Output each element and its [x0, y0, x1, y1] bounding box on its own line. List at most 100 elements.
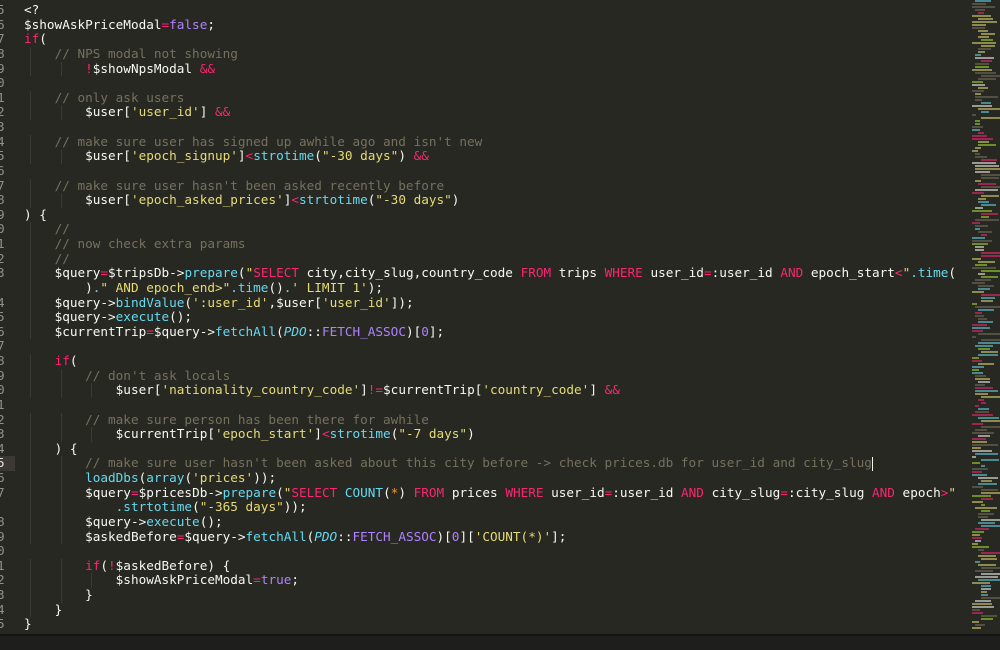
code-line[interactable]: 6 $currentTrip=$query->fetchAll(PDO::FET… — [0, 323, 968, 340]
code-line[interactable]: 7 — [0, 339, 968, 354]
code-editor[interactable]: 5 <? 6 $showAskPriceModal=false; 7 if(8 // NP… — [0, 3, 968, 635]
minimap-line — [972, 27, 986, 29]
code-token: $user[ — [115, 382, 162, 398]
code-token: $pricesDb-> — [138, 484, 223, 500]
minimap-line — [978, 12, 984, 14]
minimap[interactable] — [970, 0, 1000, 636]
code-line[interactable]: 8 $user['epoch_asked_prices']<strtotime(… — [0, 192, 968, 208]
code-token: AND — [872, 484, 895, 500]
code-line[interactable]: 9) { — [0, 206, 968, 223]
code-line[interactable]: 6 $showAskPriceModal=false; — [0, 16, 968, 33]
code-token: true — [260, 572, 292, 588]
code-token: = — [146, 323, 154, 339]
code-line[interactable]: 1 if(!$askedBefore) { — [0, 558, 968, 574]
code-line[interactable]: 4 // make sure user has signed up awhile… — [0, 133, 968, 150]
code-token: // don't ask locals — [85, 367, 231, 383]
minimap-line — [978, 522, 996, 524]
code-line[interactable]: 4 } — [0, 602, 968, 618]
code-token: 'epoch_signup' — [130, 148, 238, 164]
code-token: // make sure person has been there for a… — [85, 411, 429, 427]
code-token: $query — [85, 484, 131, 500]
minimap-line — [972, 267, 997, 269]
code-line[interactable]: 0 $user['nationality_country_code']!=$cu… — [0, 382, 968, 398]
line-number: 9 — [0, 60, 5, 76]
minimap-line — [978, 273, 985, 275]
minimap-line — [972, 612, 983, 614]
code-token: $currentTrip[ — [383, 382, 483, 398]
minimap-line — [981, 186, 1000, 188]
minimap-line — [978, 309, 994, 311]
code-token: :user_id — [612, 484, 682, 500]
minimap-line — [975, 345, 993, 347]
minimap-line — [975, 57, 994, 59]
code-line[interactable]: 9 // don't ask locals — [0, 367, 968, 384]
code-line[interactable]: 7 $query=$pricesDb->prepare("SELECT COUN… — [0, 484, 968, 501]
code-line[interactable]: 5} — [0, 616, 968, 632]
code-token: prepare — [184, 265, 238, 281]
code-token: 'nationality_country_code' — [161, 382, 361, 398]
minimap-line — [975, 168, 1000, 170]
line-number: 0 — [0, 221, 5, 237]
code-line[interactable]: 8 // NPS modal not showing — [0, 46, 968, 62]
code-line[interactable]: 5 // make sure user hasn't been asked ab… — [0, 456, 968, 472]
code-line[interactable]: 9 !$showNpsModal && — [0, 60, 968, 77]
code-token: 'prices' — [192, 470, 254, 485]
code-token: .strtotime — [115, 499, 193, 515]
minimap-line — [981, 276, 999, 278]
code-line[interactable]: 9 $askedBefore=$query->fetchAll(PDO::FET… — [0, 529, 968, 545]
code-token: ]); — [390, 294, 414, 310]
code-line[interactable]: 0 // — [0, 222, 968, 237]
code-line[interactable]: 7 // make sure user hasn't been asked re… — [0, 178, 968, 194]
code-line[interactable]: 0 — [0, 543, 968, 559]
code-token: "-30 days" — [321, 148, 399, 164]
code-text: loadDbs(array('prices')); — [24, 470, 276, 486]
minimap-line — [981, 339, 1000, 341]
code-token: .time — [230, 279, 269, 295]
minimap-line — [978, 144, 997, 146]
code-line[interactable]: 0 — [0, 75, 968, 91]
code-line[interactable]: 5 <? — [0, 3, 968, 18]
code-line[interactable]: 1 — [0, 397, 968, 413]
line-number: 9 — [0, 206, 5, 222]
code-text: ) { — [24, 441, 78, 457]
minimap-line — [978, 348, 991, 350]
code-line[interactable]: 4 $query->bindValue(':user_id',$user['us… — [0, 294, 968, 311]
minimap-line — [981, 504, 986, 506]
code-line[interactable]: 1 // only ask users — [0, 89, 968, 106]
code-line[interactable]: 2 // make sure person has been there for… — [0, 411, 968, 428]
code-line[interactable]: 2 $user['user_id'] && — [0, 105, 968, 120]
code-token: ; — [207, 16, 215, 32]
code-text: // — [24, 222, 70, 237]
minimap-line — [981, 588, 992, 590]
code-line[interactable]: 8 $query->execute(); — [0, 514, 968, 530]
code-line[interactable]: 3 } — [0, 587, 968, 603]
code-line[interactable]: 3 — [0, 119, 968, 135]
code-token: // only ask users — [54, 89, 185, 105]
code-token: ; — [291, 572, 300, 588]
code-line[interactable]: .strtotime("-365 days")); — [0, 499, 968, 515]
code-line[interactable]: 8 if( — [0, 353, 968, 369]
minimap-line — [975, 180, 981, 182]
code-line[interactable]: 4 ) { — [0, 441, 968, 457]
code-line[interactable]: 2 $showAskPriceModal=true; — [0, 573, 968, 588]
code-line[interactable]: 6 — [0, 163, 968, 179]
code-line[interactable]: 5 $user['epoch_signup']<strotime("-30 da… — [0, 148, 968, 164]
code-token: "-7 days" — [398, 426, 468, 442]
code-token: // make sure user has signed up awhile a… — [54, 133, 483, 149]
code-line[interactable]: 6 loadDbs(array('prices')); — [0, 470, 968, 486]
code-line[interactable]: 3 $query=$tripsDb->prepare("SELECT city,… — [0, 265, 968, 281]
code-token: && — [214, 104, 231, 120]
minimap-line — [975, 561, 981, 563]
line-number: 0 — [0, 75, 5, 91]
code-token: < — [321, 426, 330, 442]
code-line[interactable]: 7 if( — [0, 31, 968, 47]
code-line[interactable]: 2 // — [0, 251, 968, 267]
code-line[interactable]: 5 $query->execute(); — [0, 309, 968, 325]
code-line[interactable]: 1 // now check extra params — [0, 236, 968, 252]
minimap-line — [972, 543, 978, 545]
code-token: prepare — [222, 484, 277, 500]
minimap-line — [975, 9, 986, 11]
code-line[interactable]: )." AND epoch_end>".time().' LIMIT 1'); — [0, 279, 968, 296]
code-line[interactable]: 3 $currentTrip['epoch_start']<strotime("… — [0, 426, 968, 442]
